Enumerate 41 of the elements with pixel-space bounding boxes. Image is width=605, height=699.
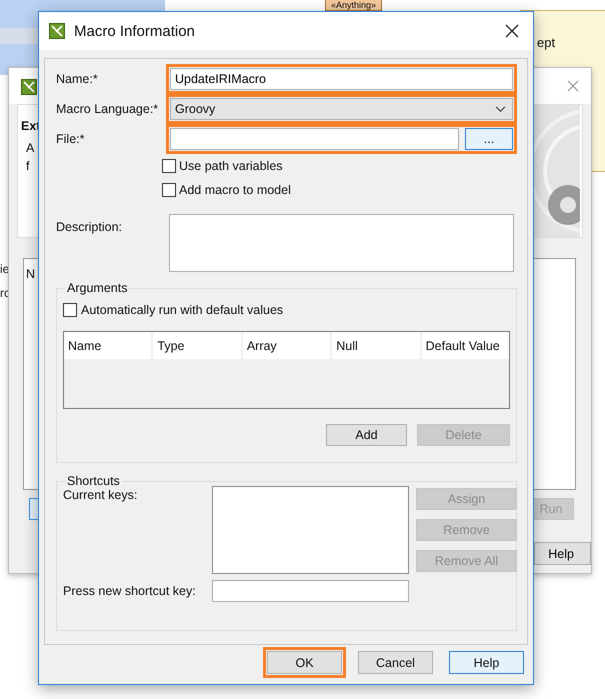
dialog-button[interactable]: Help [449, 651, 524, 674]
stereotype-tag: «Anything» [325, 0, 382, 11]
help-button[interactable]: Help [534, 542, 591, 565]
macro-icon [21, 79, 37, 95]
chevron-down-icon [495, 106, 506, 112]
language-dropdown[interactable]: Groovy [170, 98, 513, 120]
column-header: N [26, 267, 36, 281]
shortcut-field[interactable] [212, 580, 409, 602]
group-title: Shortcuts [65, 474, 122, 488]
checkbox-label: Use path variables [179, 159, 283, 173]
window-title: Macro Information [74, 22, 196, 40]
keys-list[interactable] [212, 486, 409, 574]
description-field[interactable] [169, 214, 514, 272]
column-header[interactable]: Array [242, 332, 330, 359]
description-text: f [26, 159, 30, 173]
column-header[interactable]: Name [64, 332, 152, 359]
checkbox[interactable] [162, 183, 176, 197]
name-field[interactable]: UpdateIRIMacro [170, 68, 513, 90]
checkbox[interactable] [63, 303, 77, 317]
field-label: Press new shortcut key: [63, 584, 197, 598]
close-icon[interactable] [505, 24, 519, 38]
dialog-button[interactable]: Cancel [358, 651, 433, 674]
description-text: A [26, 141, 34, 155]
field-label: Name:* [56, 72, 99, 86]
dialog-button[interactable]: OK [267, 651, 342, 674]
group-title: Arguments [65, 281, 130, 295]
column-header[interactable]: Null [332, 332, 420, 359]
field-label: Description: [56, 220, 123, 234]
file-field[interactable] [170, 128, 459, 150]
checkbox-label: Add macro to model [179, 183, 291, 197]
field-label: File:* [56, 132, 86, 146]
macro-icon [49, 23, 65, 39]
field-label: Macro Language:* [56, 102, 160, 116]
browse-button[interactable]: ... [465, 128, 513, 150]
column-header[interactable]: Default Value [422, 332, 510, 359]
checkbox[interactable] [162, 159, 176, 173]
column-header[interactable]: Type [153, 332, 241, 359]
field-label: Current keys: [63, 487, 138, 504]
note-text: ept [537, 35, 556, 50]
table-button[interactable]: Add [326, 424, 407, 446]
checkbox-label: Automatically run with default values [81, 303, 284, 317]
